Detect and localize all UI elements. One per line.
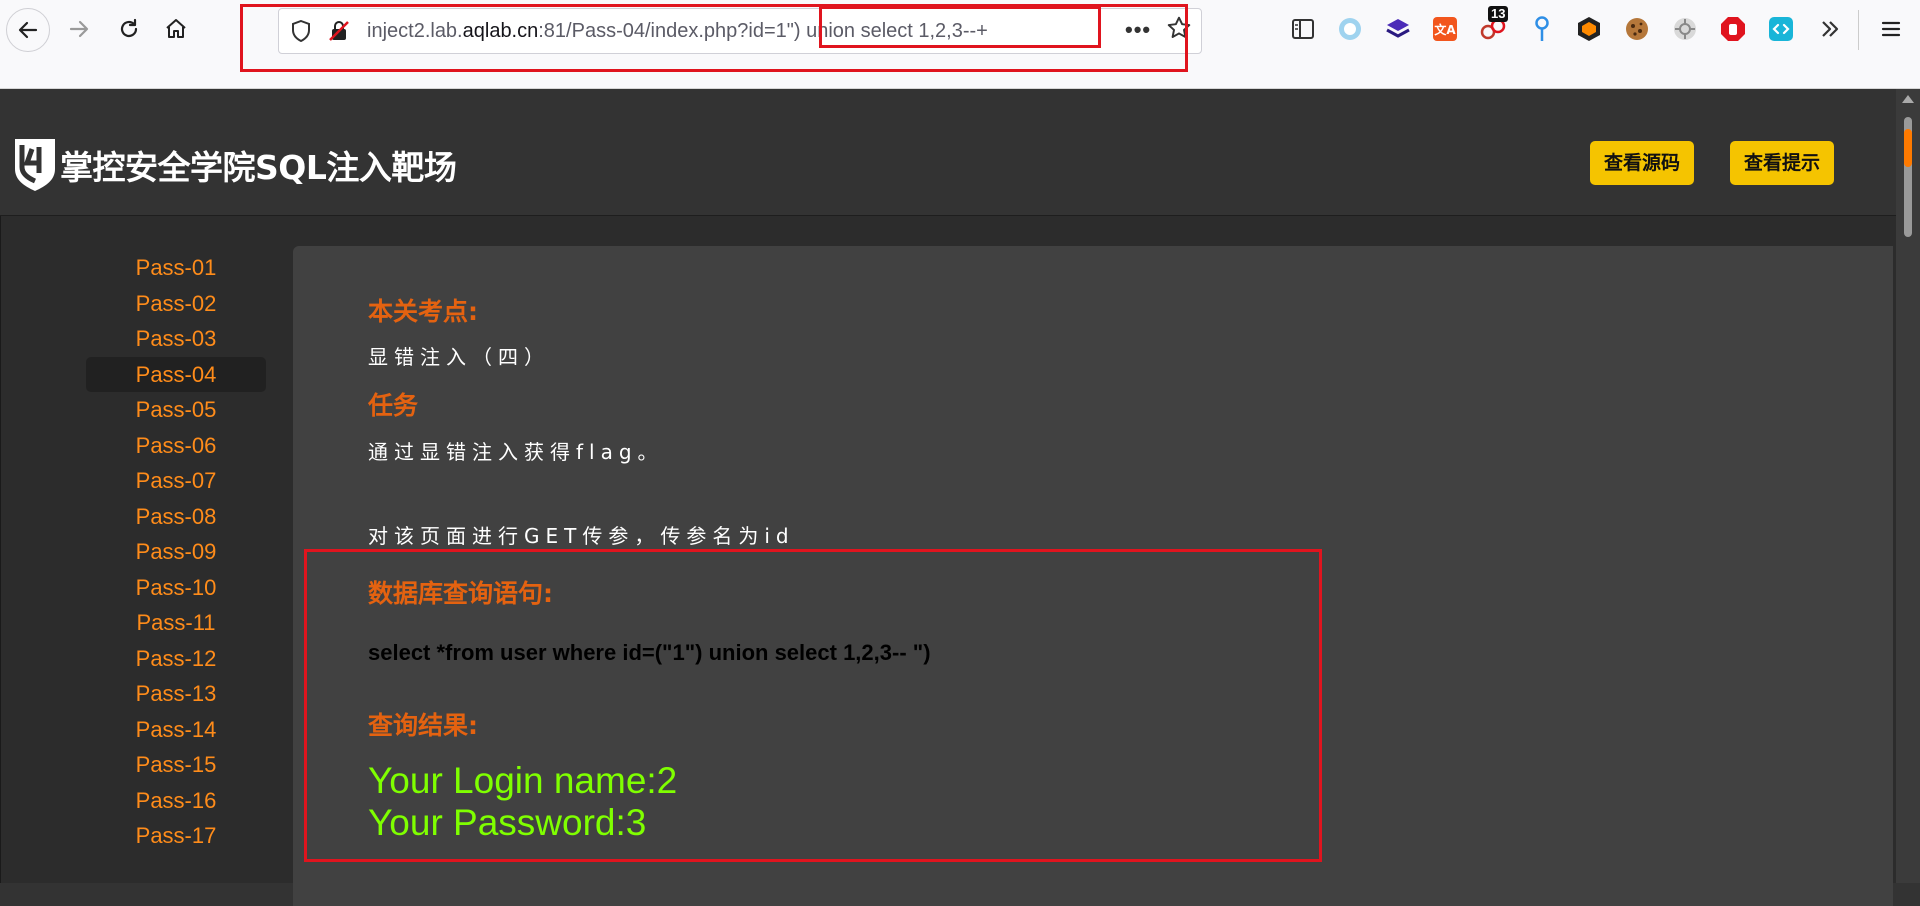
gear-extension-icon[interactable] <box>1670 14 1700 44</box>
browser-toolbar: inject2.lab.aqlab.cn:81/Pass-04/index.ph… <box>0 0 1920 89</box>
result-heading: 查询结果: <box>368 711 478 740</box>
result-password: Your Password:3 <box>368 802 647 843</box>
extension-badge-count: 13 <box>1488 6 1509 22</box>
sidebar-item-pass-13[interactable]: Pass-13 <box>86 676 266 712</box>
arrow-left-icon <box>18 21 38 39</box>
reload-button[interactable] <box>108 8 150 50</box>
home-icon <box>166 19 186 38</box>
key-point-text: 显错注入（四） <box>368 345 550 369</box>
sidebar-item-pass-08[interactable]: Pass-08 <box>86 499 266 535</box>
url-text[interactable]: inject2.lab.aqlab.cn:81/Pass-04/index.ph… <box>367 19 988 43</box>
key-point-heading: 本关考点: <box>368 297 478 326</box>
sidebar-icon[interactable] <box>1288 14 1318 44</box>
reload-icon <box>120 18 138 38</box>
level-content: 本关考点: 显错注入（四） 任务 通过显错注入获得flag。 对该页面进行GET… <box>293 246 1893 906</box>
url-path: :81/Pass-04/index.php?id=1") union selec… <box>538 20 988 42</box>
result-login-name: Your Login name:2 <box>368 760 678 801</box>
sidebar-item-pass-10[interactable]: Pass-10 <box>86 570 266 606</box>
url-domain: aqlab.cn <box>462 20 539 42</box>
shield-icon[interactable] <box>289 19 313 43</box>
sidebar-item-pass-11[interactable]: Pass-11 <box>86 605 266 641</box>
svg-text:文A: 文A <box>1434 22 1456 37</box>
sidebar-item-pass-12[interactable]: Pass-12 <box>86 641 266 677</box>
sidebar-item-pass-16[interactable]: Pass-16 <box>86 783 266 819</box>
bookmark-star-icon[interactable] <box>1166 15 1192 46</box>
query-sql: select *from user where id=("1") union s… <box>368 640 931 665</box>
url-prefix: inject2.lab. <box>367 20 463 42</box>
sidebar-item-pass-15[interactable]: Pass-15 <box>86 747 266 783</box>
sidebar-item-pass-07[interactable]: Pass-07 <box>86 463 266 499</box>
circle-extension-icon[interactable] <box>1335 14 1365 44</box>
translate-extension-icon[interactable]: 文A <box>1430 14 1460 44</box>
overflow-chevrons-icon[interactable] <box>1815 14 1845 44</box>
scroll-up-icon[interactable] <box>1902 95 1914 103</box>
sidebar-item-pass-01[interactable]: Pass-01 <box>86 250 266 286</box>
toolbar-divider <box>1858 10 1859 50</box>
sidebar-item-pass-04[interactable]: Pass-04 <box>86 356 266 392</box>
shield-logo-icon <box>15 139 55 191</box>
hamburger-menu-icon[interactable] <box>1876 14 1906 44</box>
sidebar-item-pass-03[interactable]: Pass-03 <box>86 321 266 357</box>
pin-extension-icon[interactable] <box>1527 14 1557 44</box>
arrow-right-icon <box>69 20 89 38</box>
query-heading: 数据库查询语句: <box>368 579 553 608</box>
view-hint-button[interactable]: 查看提示 <box>1730 141 1834 185</box>
page-scrollbar[interactable] <box>1896 89 1920 883</box>
scroll-position-marker <box>1904 129 1912 167</box>
hackbar-extension-icon[interactable] <box>1574 14 1604 44</box>
task-line-1: 通过显错注入获得flag。 <box>368 440 664 464</box>
page-actions-more-icon[interactable]: ••• <box>1125 17 1151 43</box>
back-button[interactable] <box>6 8 50 52</box>
stop-hand-extension-icon[interactable] <box>1718 14 1748 44</box>
sidebar-item-pass-06[interactable]: Pass-06 <box>86 428 266 464</box>
sidebar-item-pass-05[interactable]: Pass-05 <box>86 392 266 428</box>
task-line-2: 对该页面进行GET传参，传参名为id <box>368 524 795 548</box>
code-extension-icon[interactable] <box>1766 14 1796 44</box>
sidebar-item-pass-14[interactable]: Pass-14 <box>86 712 266 748</box>
cookie-extension-icon[interactable] <box>1622 14 1652 44</box>
site-title: 掌控安全学院SQL注入靶场 <box>60 148 457 187</box>
sidebar-item-pass-17[interactable]: Pass-17 <box>86 818 266 854</box>
forward-button[interactable] <box>58 8 100 50</box>
level-sidebar: Pass-01 Pass-02 Pass-03 Pass-04 Pass-05 Pass-… <box>86 250 266 854</box>
insecure-lock-icon[interactable] <box>327 19 351 43</box>
site-header: 掌控安全学院SQL注入靶场 查看源码 查看提示 <box>0 89 1896 216</box>
sidebar-item-pass-09[interactable]: Pass-09 <box>86 534 266 570</box>
home-button[interactable] <box>155 8 197 50</box>
sidebar-item-pass-02[interactable]: Pass-02 <box>86 286 266 322</box>
layers-extension-icon[interactable] <box>1383 14 1413 44</box>
address-bar[interactable]: inject2.lab.aqlab.cn:81/Pass-04/index.ph… <box>278 8 1202 54</box>
task-heading: 任务 <box>368 391 419 420</box>
view-source-button[interactable]: 查看源码 <box>1590 141 1694 185</box>
